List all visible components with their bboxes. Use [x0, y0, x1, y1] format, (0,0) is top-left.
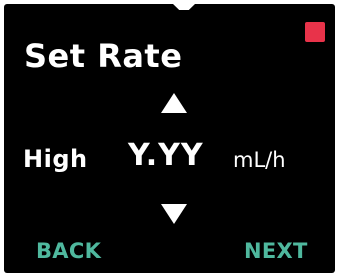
- screen-title: Set Rate: [24, 37, 183, 75]
- rate-value: Y.YY: [128, 138, 204, 173]
- device-screen: Set Rate High Y.YY mL/h BACK NEXT: [4, 4, 335, 273]
- screen-notch: [172, 4, 196, 10]
- decrease-rate-arrow-icon[interactable]: [161, 204, 187, 224]
- increase-rate-arrow-icon[interactable]: [161, 93, 187, 113]
- status-indicator: [305, 22, 325, 42]
- back-button[interactable]: BACK: [36, 241, 101, 262]
- rate-unit: mL/h: [233, 148, 286, 172]
- next-button[interactable]: NEXT: [244, 241, 308, 262]
- rate-level-label: High: [23, 145, 88, 173]
